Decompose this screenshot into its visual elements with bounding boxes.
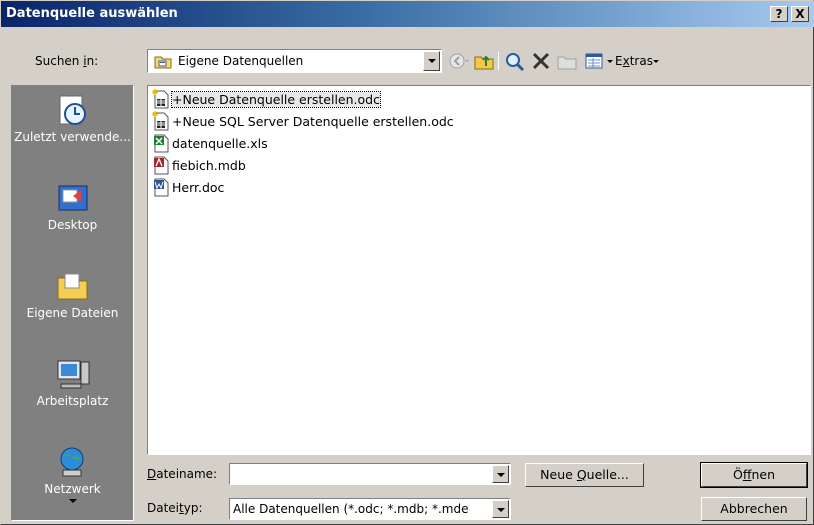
place-desktop[interactable]: Desktop (12, 174, 133, 260)
filename-input[interactable] (232, 466, 472, 482)
up-folder-icon[interactable] (474, 51, 496, 71)
filetype-combobox[interactable]: Alle Datenquellen (*.odc; *.mdb; *.mde (229, 498, 511, 520)
place-recent[interactable]: Zuletzt verwende... (12, 86, 133, 172)
filename-label: Dateiname: (147, 467, 218, 481)
place-network[interactable]: Netzwerk (12, 438, 133, 524)
views-icon[interactable] (584, 51, 606, 71)
filetype-dropdown-button[interactable] (492, 500, 509, 518)
place-label: Zuletzt verwende... (14, 130, 131, 144)
place-label: Netzwerk (44, 482, 101, 496)
places-scroll-down-icon[interactable] (68, 498, 78, 506)
lookin-dropdown-button[interactable] (423, 51, 440, 71)
file-list[interactable]: +Neue Datenquelle erstellen.odc +Neue SQ… (147, 85, 811, 455)
extras-dropdown-icon[interactable] (651, 51, 661, 71)
odc-file-icon (152, 89, 169, 109)
cancel-button[interactable]: Abbrechen (701, 497, 807, 521)
file-name: datenquelle.xls (172, 135, 268, 151)
odc-file-icon (152, 111, 169, 131)
file-name: +Neue Datenquelle erstellen.odc (171, 90, 381, 108)
recent-icon (59, 95, 86, 125)
access-file-icon (154, 156, 169, 175)
list-item[interactable]: datenquelle.xls (152, 132, 268, 154)
filename-dropdown-button[interactable] (492, 465, 509, 483)
folder-icon (154, 56, 172, 69)
place-label: Desktop (47, 218, 98, 232)
select-data-source-dialog: Datenquelle auswählen ? X Suchen in: Eig… (0, 0, 814, 525)
list-item[interactable]: +Neue Datenquelle erstellen.odc (152, 88, 381, 110)
filetype-value: Alle Datenquellen (*.odc; *.mdb; *.mde (233, 502, 469, 516)
search-web-icon[interactable] (504, 51, 526, 71)
place-label: Eigene Dateien (26, 306, 119, 320)
toolbar-separator (498, 52, 499, 70)
new-folder-icon[interactable] (556, 51, 578, 71)
excel-file-icon (154, 134, 169, 153)
lookin-combobox[interactable]: Eigene Datenquellen (147, 49, 442, 73)
my-computer-icon (57, 360, 89, 389)
help-button[interactable]: ? (770, 6, 788, 22)
filetype-label: Dateityp: (147, 501, 203, 515)
lookin-label: Suchen in: (35, 54, 99, 68)
file-name: +Neue SQL Server Datenquelle erstellen.o… (172, 113, 454, 129)
file-name: fiebich.mdb (172, 157, 246, 173)
place-my-documents[interactable]: Eigene Dateien (12, 262, 133, 348)
desktop-icon (58, 185, 87, 211)
delete-icon[interactable] (530, 51, 552, 71)
filename-combobox[interactable] (229, 463, 511, 485)
close-button[interactable]: X (791, 6, 809, 22)
place-label: Arbeitsplatz (36, 394, 109, 408)
extras-menu[interactable]: Extras (615, 54, 653, 68)
word-file-icon (154, 178, 169, 197)
title-bar[interactable]: Datenquelle auswählen ? X (1, 1, 814, 27)
list-item[interactable]: Herr.doc (152, 176, 224, 198)
file-name: Herr.doc (172, 179, 225, 195)
back-icon[interactable] (448, 51, 470, 71)
lookin-value: Eigene Datenquellen (178, 54, 304, 68)
network-icon (60, 447, 83, 477)
views-dropdown-icon[interactable] (605, 51, 615, 71)
list-item[interactable]: fiebich.mdb (152, 154, 246, 176)
my-documents-icon (57, 273, 87, 300)
window-title: Datenquelle auswählen (6, 6, 178, 21)
new-source-button[interactable]: Neue Quelle... (525, 463, 644, 487)
list-item[interactable]: +Neue SQL Server Datenquelle erstellen.o… (152, 110, 454, 132)
open-button[interactable]: Öffnen (700, 462, 808, 488)
places-bar: Zuletzt verwende... Desktop Eigene Datei… (11, 85, 134, 521)
place-my-computer[interactable]: Arbeitsplatz (12, 350, 133, 436)
